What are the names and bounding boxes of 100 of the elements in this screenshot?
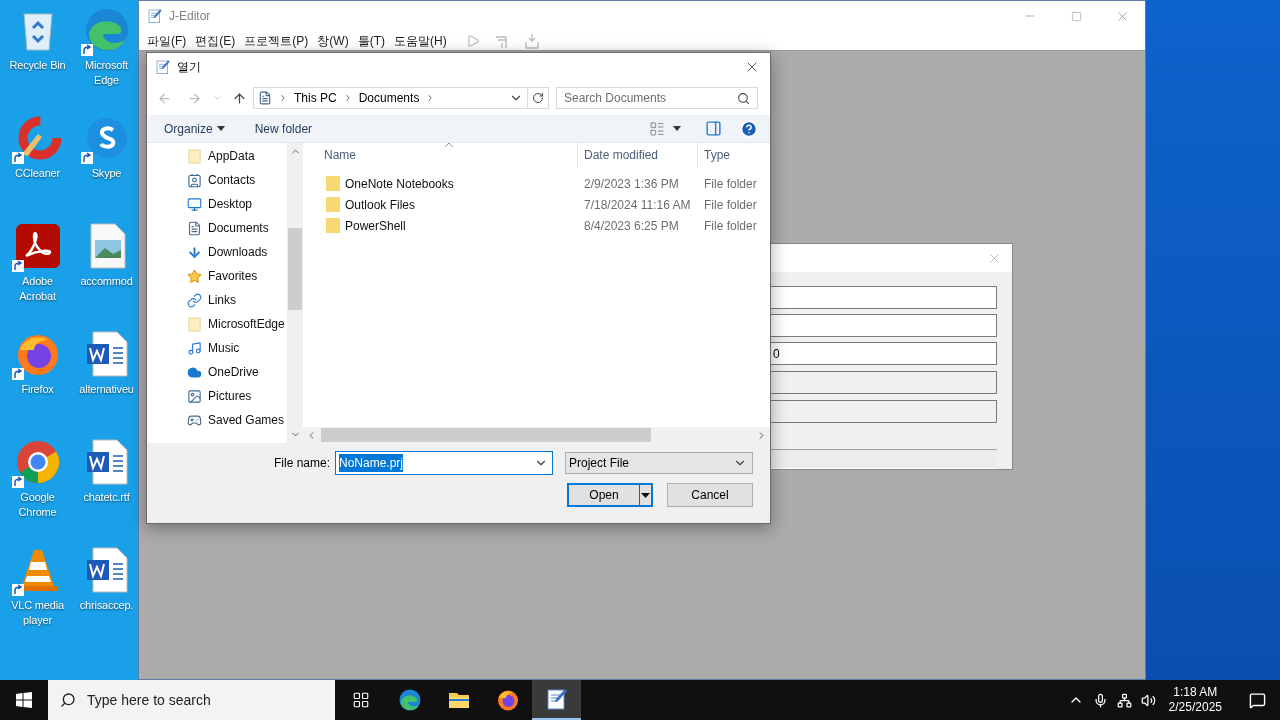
sort-caret-icon — [444, 142, 454, 148]
folder-icon — [326, 176, 340, 191]
menu-item[interactable]: 도움말(H) — [390, 31, 451, 50]
document-icon — [258, 91, 272, 105]
search-icon — [737, 91, 750, 105]
shortcut-arrow-icon — [11, 260, 24, 272]
desktop-icon[interactable] — [82, 6, 131, 54]
sidebar-item[interactable]: Desktop — [187, 192, 287, 216]
address-bar[interactable]: This PC Documents — [253, 87, 549, 109]
file-row[interactable]: OneNote Notebooks 2/9/2023 1:36 PM File folder — [303, 173, 770, 194]
date-modified: 8/4/2023 6:25 PM — [583, 217, 680, 235]
notepad-icon — [147, 8, 163, 24]
dialog-title: 열기 — [177, 59, 201, 76]
task-view-icon — [351, 691, 370, 709]
column-header[interactable]: Type — [698, 143, 770, 167]
folder-icon — [187, 148, 202, 164]
breadcrumb-item[interactable]: Documents — [358, 89, 420, 107]
picture-icon — [187, 388, 202, 404]
document-icon — [187, 220, 202, 236]
window-title: J-Editor — [169, 8, 211, 25]
sidebar-item[interactable]: Music — [187, 336, 287, 360]
desktop-icon-label: Google Chrome — [17, 490, 58, 520]
menu-item[interactable]: 파일(F) — [143, 31, 191, 50]
desktop-icon-label: Recycle Bin — [8, 58, 67, 73]
taskbar-app[interactable] — [532, 680, 581, 720]
shortcut-arrow-icon — [11, 476, 24, 488]
column-header[interactable]: Date modified — [578, 143, 698, 167]
view-icon[interactable] — [649, 120, 665, 137]
sidebar-item[interactable]: Contacts — [187, 168, 287, 192]
input-field[interactable] — [770, 286, 997, 309]
caret-icon — [641, 492, 650, 498]
refresh-icon[interactable] — [532, 92, 544, 104]
desktop-icon[interactable] — [13, 438, 62, 486]
menu-item[interactable]: 툴(T) — [353, 31, 389, 50]
sidebar-item[interactable]: AppData — [187, 144, 287, 168]
open-button[interactable]: Open — [567, 483, 653, 507]
volume-icon[interactable] — [1140, 692, 1156, 708]
sidebar-item[interactable]: Pictures — [187, 384, 287, 408]
windows-icon — [16, 692, 32, 708]
desktop-icon-label: CCleaner — [14, 166, 61, 181]
sidebar-item[interactable]: Downloads — [187, 240, 287, 264]
column-header[interactable]: Name — [303, 143, 578, 167]
shortcut-arrow-icon — [11, 584, 24, 596]
sidebar-item[interactable]: OneDrive — [187, 360, 287, 384]
maximize-icon — [1070, 10, 1082, 22]
search-icon — [60, 692, 76, 708]
sidebar-item[interactable]: Documents — [187, 216, 287, 240]
input-field[interactable]: 0 — [770, 342, 997, 365]
organize-button[interactable]: Organize — [164, 119, 225, 138]
folder-icon — [326, 197, 340, 212]
file-row[interactable]: Outlook Files 7/18/2024 11:16 AM File folder — [303, 194, 770, 215]
sidebar-item[interactable]: Saved Games — [187, 408, 287, 432]
horizontal-scrollbar[interactable] — [303, 427, 770, 443]
caret-icon[interactable] — [673, 126, 681, 131]
file-type: File folder — [703, 217, 757, 235]
shortcut-arrow-icon — [11, 152, 24, 164]
scrollbar[interactable] — [287, 143, 303, 443]
file-name: OneNote Notebooks — [345, 175, 454, 193]
notepad-icon — [155, 59, 171, 75]
clock[interactable]: 1:18 AM 2/25/2025 — [1164, 685, 1226, 715]
scrollbar-thumb[interactable] — [321, 428, 651, 442]
preview-pane-icon[interactable] — [705, 120, 722, 137]
help-icon[interactable] — [740, 119, 758, 138]
file-name: PowerShell — [345, 217, 406, 235]
sidebar-item[interactable]: Links — [187, 288, 287, 312]
acrobat-icon — [13, 222, 62, 270]
date-modified: 2/9/2023 1:36 PM — [583, 175, 680, 193]
up-icon[interactable] — [232, 90, 247, 106]
file-row[interactable]: PowerShell 8/4/2023 6:25 PM File folder — [303, 215, 770, 236]
input-field[interactable] — [770, 314, 997, 337]
desktop-icon — [187, 196, 202, 212]
network-icon[interactable] — [1116, 692, 1132, 708]
edge-icon — [397, 688, 422, 712]
desktop-icon[interactable] — [13, 114, 62, 162]
music-note-icon — [187, 340, 202, 356]
shortcut-arrow-icon — [80, 152, 93, 164]
breadcrumb-item[interactable]: This PC — [294, 89, 337, 107]
notification-icon[interactable] — [1249, 691, 1266, 709]
sidebar-item[interactable]: MicrosoftEdge — [187, 312, 287, 336]
caret-icon — [216, 126, 225, 131]
search-field[interactable]: Search Documents — [556, 87, 758, 109]
desktop-icon-label: chatetc.rtf — [82, 490, 131, 505]
link-icon — [187, 292, 202, 308]
cancel-button[interactable]: Cancel — [667, 483, 753, 507]
new-folder-button[interactable]: New folder — [254, 119, 313, 138]
menu-item[interactable]: 편집(E) — [191, 31, 240, 50]
menu-item[interactable]: 창(W) — [313, 31, 353, 50]
microphone-icon[interactable] — [1092, 692, 1108, 708]
desktop-icon[interactable] — [13, 222, 62, 270]
file-name-field[interactable]: NoName.prj — [335, 451, 553, 475]
sidebar-item[interactable]: Favorites — [187, 264, 287, 288]
menu-item[interactable]: 프로젝트(P) — [240, 31, 313, 50]
scrollbar-thumb[interactable] — [288, 228, 302, 310]
file-type: File folder — [703, 175, 757, 193]
star-icon — [187, 268, 202, 284]
taskbar-search-field[interactable]: Type here to search — [48, 680, 335, 720]
firefox-icon — [495, 688, 520, 712]
cloud-icon — [187, 364, 202, 380]
desktop-icon-label: Skype — [90, 166, 123, 181]
file-type-dropdown[interactable]: Project File — [565, 452, 753, 474]
